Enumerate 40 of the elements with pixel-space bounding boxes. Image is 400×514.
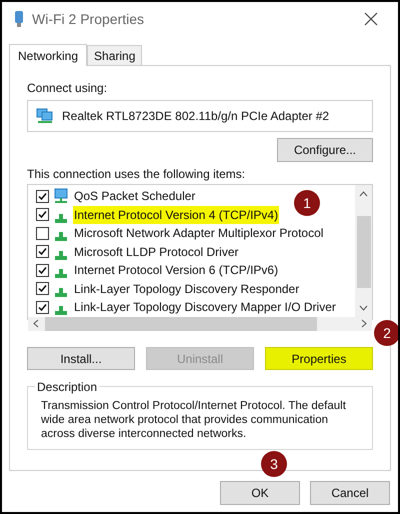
network-protocol-icon	[55, 250, 67, 260]
list-item[interactable]: Link-Layer Topology Discovery Responder	[73, 280, 300, 298]
adapter-name: Realtek RTL8723DE 802.11b/g/n PCIe Adapter #2	[62, 108, 330, 125]
dialog-button[interactable]: OK	[220, 481, 300, 505]
network-adapter-icon	[36, 108, 54, 124]
list-item[interactable]: QoS Packet Scheduler	[73, 187, 196, 206]
network-protocol-icon	[55, 214, 67, 223]
window-title: Wi-Fi 2 Properties	[32, 10, 146, 29]
item-button[interactable]: Properties	[265, 347, 373, 370]
list-item[interactable]: Internet Protocol Version 6 (TCP/IPv6)	[73, 261, 280, 280]
network-protocol-icon	[55, 269, 67, 278]
connect-using-label: Connect using:	[27, 80, 108, 97]
checkbox[interactable]	[36, 190, 49, 203]
checkbox[interactable]	[36, 300, 49, 314]
checkbox[interactable]	[36, 282, 49, 296]
list-item[interactable]: Internet Protocol Version 4 (TCP/IPv4)	[73, 206, 280, 224]
checkbox[interactable]	[36, 245, 49, 258]
scroll-thumb[interactable]	[45, 316, 317, 330]
items-label: This connection uses the following items:	[27, 166, 246, 182]
dialog-button[interactable]: Cancel	[310, 481, 390, 505]
network-protocol-icon	[55, 232, 67, 242]
checkbox[interactable]	[36, 264, 49, 277]
horizontal-scrollbar[interactable]	[28, 316, 372, 330]
checkbox[interactable]	[36, 208, 49, 222]
description-text: Transmission Control Protocol/Internet Protocol. The default wide area network protocol that provides communication across diverse interconnected networks.	[41, 399, 347, 441]
list-item[interactable]: Microsoft LLDP Protocol Driver	[73, 242, 240, 261]
checkbox[interactable]	[36, 226, 49, 240]
network-protocol-icon	[55, 306, 67, 316]
configure-button[interactable]: Configure...	[277, 138, 373, 162]
list-item[interactable]: Microsoft Network Adapter Multiplexor Protocol	[73, 224, 324, 242]
wifi-adapter-icon	[14, 10, 24, 28]
network-protocol-icon	[55, 288, 67, 297]
list-item[interactable]: Link-Layer Topology Discovery Mapper I/O Driver	[73, 298, 337, 316]
tab[interactable]: Sharing	[87, 45, 142, 65]
item-button[interactable]: Install...	[27, 347, 135, 370]
scroll-thumb[interactable]	[356, 216, 370, 288]
tab[interactable]: Networking	[9, 44, 88, 66]
close-icon[interactable]	[364, 12, 378, 26]
vertical-scrollbar[interactable]	[355, 185, 372, 316]
network-service-icon	[53, 188, 69, 204]
